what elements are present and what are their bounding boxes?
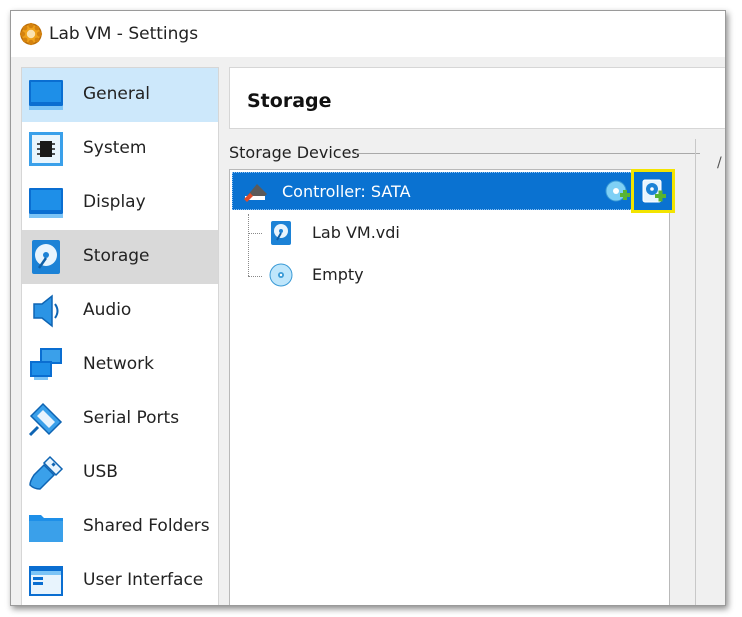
controller-row[interactable]: Controller: SATA — [232, 169, 675, 213]
sidebar-item-serial-ports[interactable]: Serial Ports — [22, 392, 218, 446]
folder-icon — [28, 509, 64, 545]
tree-connector — [248, 276, 262, 277]
sidebar-item-label: System — [83, 138, 147, 158]
sidebar-item-label: General — [83, 84, 150, 104]
group-divider — [356, 153, 700, 154]
hard-disk-icon — [268, 220, 294, 246]
network-icon — [28, 347, 64, 383]
title-bar: Lab VM - Settings — [11, 11, 725, 57]
sidebar-item-general[interactable]: General — [22, 68, 218, 122]
storage-disk-icon — [28, 239, 64, 275]
page-title: Storage — [247, 90, 332, 112]
sidebar-item-storage[interactable]: Storage — [22, 230, 218, 284]
add-optical-drive-icon[interactable] — [605, 180, 631, 206]
sidebar-item-user-interface[interactable]: User Interface — [22, 554, 218, 605]
sidebar-item-label: Storage — [83, 246, 150, 266]
storage-devices-label: Storage Devices — [229, 143, 360, 162]
page-header: Storage — [229, 67, 725, 129]
chip-icon — [28, 131, 64, 167]
attachment-label: Lab VM.vdi — [312, 223, 400, 242]
attributes-panel: / — [695, 139, 725, 605]
attributes-panel-edge: / — [717, 155, 722, 171]
sidebar-item-label: Serial Ports — [83, 408, 180, 428]
add-hard-disk-button[interactable] — [631, 169, 675, 213]
sidebar-item-label: USB — [83, 462, 118, 482]
storage-tree[interactable]: Controller: SATA Lab VM.vdi Empty — [229, 169, 675, 605]
speaker-icon — [28, 293, 64, 329]
sidebar-item-label: Audio — [83, 300, 132, 320]
add-hard-disk-icon — [641, 179, 667, 205]
sidebar-item-display[interactable]: Display — [22, 176, 218, 230]
attachment-label: Empty — [312, 265, 364, 284]
sidebar-item-shared-folders[interactable]: Shared Folders — [22, 500, 218, 554]
sidebar-item-label: Shared Folders — [83, 516, 210, 536]
controller-label: Controller: SATA — [282, 182, 411, 201]
sidebar-item-label: Display — [83, 192, 146, 212]
settings-window: Lab VM - Settings General System Display… — [10, 10, 726, 606]
sidebar-item-label: User Interface — [83, 570, 204, 590]
tree-connector — [248, 233, 262, 234]
settings-content: Storage Storage Devices Controller: SATA — [229, 67, 725, 605]
virtualbox-gear-icon — [19, 22, 43, 46]
monitor-icon — [28, 77, 64, 113]
sidebar-item-system[interactable]: System — [22, 122, 218, 176]
tree-connector — [248, 214, 249, 276]
settings-sidebar: General System Display Storage Audio Net… — [21, 67, 219, 605]
sidebar-item-audio[interactable]: Audio — [22, 284, 218, 338]
optical-disc-icon — [268, 262, 294, 288]
display-icon — [28, 185, 64, 221]
sidebar-item-usb[interactable]: USB — [22, 446, 218, 500]
usb-icon — [28, 455, 64, 491]
window-layout-icon — [28, 563, 64, 599]
window-title: Lab VM - Settings — [49, 24, 199, 44]
sidebar-item-label: Network — [83, 354, 154, 374]
sidebar-item-network[interactable]: Network — [22, 338, 218, 392]
serial-plug-icon — [28, 401, 64, 437]
sata-controller-icon — [243, 180, 269, 204]
